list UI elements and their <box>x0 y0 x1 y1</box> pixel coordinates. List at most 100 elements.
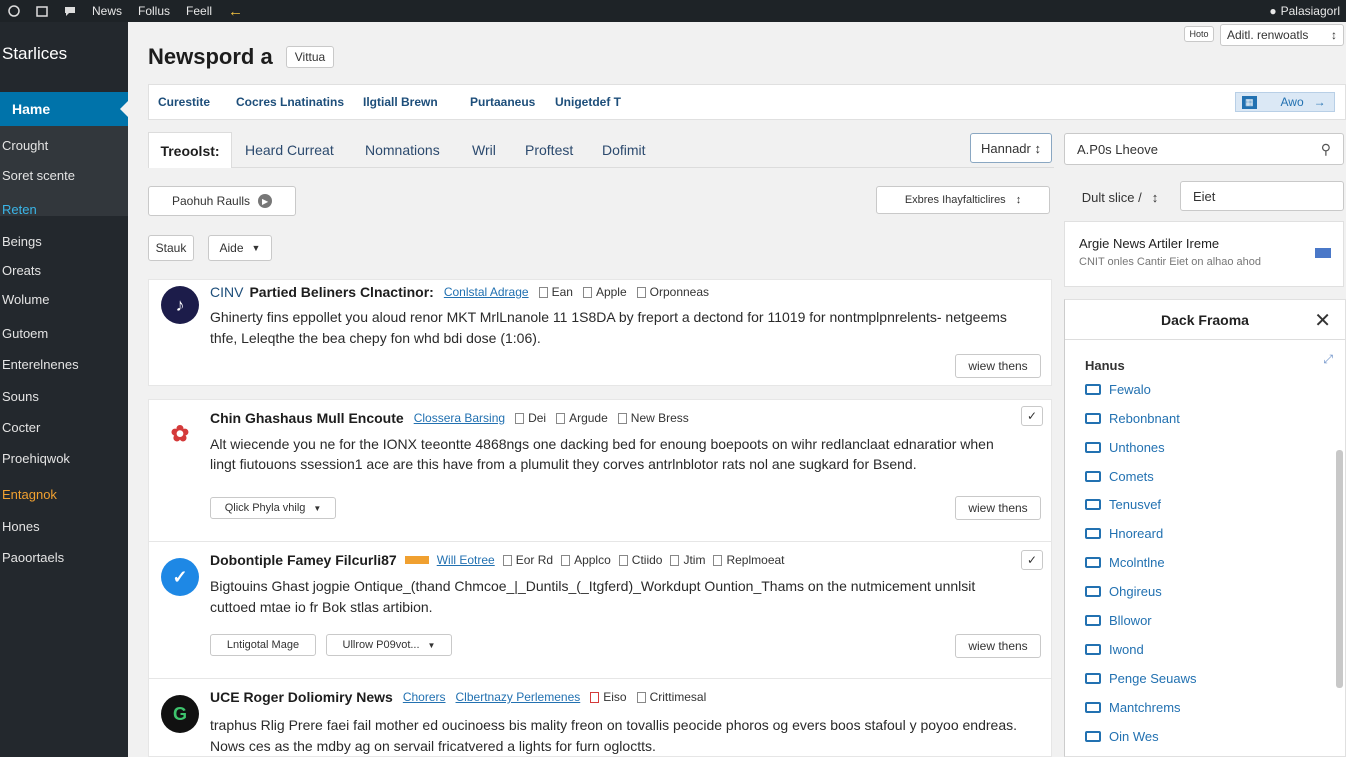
view-button[interactable]: wiew thens <box>955 634 1041 658</box>
article-action-dropdown[interactable]: Ullrow P09vot... ▼ <box>326 634 452 656</box>
checkbox-item[interactable]: Rebonbnant <box>1085 411 1180 426</box>
subnav-item-ilgtiall[interactable]: Ilgtiall Brewn <box>363 95 438 109</box>
sidebar-item-hones[interactable]: Hones <box>0 513 128 539</box>
sidebar-item-paoortaels[interactable]: Paoortaels <box>0 544 128 570</box>
tab-wril[interactable]: Wril <box>472 132 496 168</box>
expand-icon[interactable]: ⤢ <box>1323 352 1333 367</box>
tab-dofimit[interactable]: Dofimit <box>602 132 646 168</box>
checkbox-item[interactable]: Iwond <box>1085 642 1144 657</box>
stauk-button[interactable]: Stauk <box>148 235 194 261</box>
checkbox-item[interactable]: Ohgireus <box>1085 584 1162 599</box>
hannadr-button[interactable]: Hannadr ↕ <box>970 133 1052 163</box>
topbar-item-follus[interactable]: Follus <box>130 0 178 22</box>
article-meta-item: Applco <box>561 553 611 567</box>
checkbox-item[interactable]: Oin Wes <box>1085 729 1159 744</box>
account-menu[interactable]: ● Palasiagorl <box>1261 0 1346 22</box>
checkbox-icon <box>1085 528 1101 539</box>
scrollbar[interactable] <box>1336 450 1343 688</box>
topbar-item-news[interactable]: News <box>84 0 130 22</box>
article-action-button[interactable]: Lntigotal Mage <box>210 634 316 656</box>
edit-icon[interactable]: ✓ <box>1021 550 1043 570</box>
home-icon[interactable] <box>28 0 56 22</box>
checkbox-item[interactable]: Hnoreard <box>1085 526 1163 541</box>
sidebar-item-souns[interactable]: Souns <box>0 383 128 409</box>
subnav-toggle[interactable]: ▦ Awo → <box>1235 92 1335 112</box>
toggle-icon[interactable] <box>1315 248 1331 258</box>
checkbox-item[interactable]: Fewalo <box>1085 382 1151 397</box>
sidebar-item-cocter[interactable]: Cocter <box>0 414 128 440</box>
subnav-item-curestite[interactable]: Curestite <box>158 95 210 109</box>
sidebar-item-hame[interactable]: Hame <box>0 92 128 126</box>
article-meta-item: Argude <box>556 411 608 425</box>
article-meta-item: Replmoeat <box>713 553 785 567</box>
edit-icon[interactable]: ✓ <box>1021 406 1043 426</box>
sidebar-item-proehiqwok[interactable]: Proehiqwok <box>0 445 128 471</box>
sidebar-item-beings[interactable]: Beings <box>0 228 128 254</box>
subnav-item-cocres[interactable]: Cocres Lnatinatins <box>236 95 344 109</box>
sidebar-item-enterelnenes[interactable]: Enterelnenes <box>0 351 128 377</box>
screen-options-button[interactable]: Hoto <box>1184 26 1214 42</box>
slice-select[interactable]: Dult slice / ↕ <box>1064 182 1176 212</box>
article-title[interactable]: Dobontiple Famey Filcurli87 <box>210 552 397 568</box>
checkbox-item[interactable]: Mcolntlne <box>1085 555 1165 570</box>
aide-dropdown[interactable]: Aide ▼ <box>208 235 272 261</box>
view-select[interactable]: Aditl. renwoatls ↕ <box>1220 24 1344 46</box>
filter-pill[interactable]: Paohuh Raulls ▶ <box>148 186 296 216</box>
wordpress-logo-icon[interactable] <box>0 0 28 22</box>
topbar-item-feell[interactable]: Feell <box>178 0 220 22</box>
subnav-item-unigetdef[interactable]: Unigetdef T <box>555 95 621 109</box>
checkbox-item[interactable]: Unthones <box>1085 440 1165 455</box>
search-icon[interactable]: ⚲ <box>1321 141 1331 158</box>
article-action-dropdown[interactable]: Qlick Phyla vhilg ▼ <box>210 497 336 519</box>
article-category-link[interactable]: Clossera Barsing <box>414 411 505 425</box>
main-content: Newspord a Vittua Hoto Aditl. renwoatls … <box>128 22 1346 757</box>
chevron-down-icon: ▼ <box>251 243 261 253</box>
article-meta-item: Orponneas <box>636 285 709 299</box>
article-meta-item: Jtim <box>670 553 705 567</box>
search-input[interactable]: A.P0s Lheove ⚲ <box>1064 133 1344 165</box>
filter-select[interactable]: Exbres Ihayfalticlires ↕ <box>876 186 1050 214</box>
checkbox-item[interactable]: Comets <box>1085 469 1154 484</box>
view-button[interactable]: wiew thens <box>955 354 1041 378</box>
article-meta-item: Ctiido <box>618 553 662 567</box>
article-meta-item: Crittimesal <box>636 690 706 704</box>
document-icon <box>556 412 566 424</box>
view-button[interactable]: wiew thens <box>955 496 1041 520</box>
article-excerpt: Bigtouins Ghast jogpie Ontique_(thand Ch… <box>210 578 976 615</box>
close-icon[interactable]: ✕ <box>1314 308 1331 333</box>
sidebar-item-entagnok[interactable]: Entagnok <box>0 481 128 507</box>
article-category-link[interactable]: Chorers <box>403 690 446 704</box>
sidebar-item-reten[interactable]: Reten <box>0 196 128 222</box>
sidebar-item-soret-scente[interactable]: Soret scente <box>0 162 128 188</box>
article-title[interactable]: UCE Roger Doliomiry News <box>210 689 393 705</box>
sidebar-item-crought[interactable]: Crought <box>0 132 128 158</box>
checkbox-icon <box>1085 557 1101 568</box>
tab-nomnations[interactable]: Nomnations <box>365 132 440 168</box>
comments-icon[interactable] <box>56 0 84 22</box>
sidebar-item-wolume[interactable]: Wolume <box>0 286 128 312</box>
checkbox-item[interactable]: Bllowor <box>1085 613 1152 628</box>
checkbox-item[interactable]: Mantchrems <box>1085 700 1181 715</box>
tab-treoolst[interactable]: Treoolst: <box>148 132 232 168</box>
article-meta-item: Apple <box>582 285 627 299</box>
arrow-up-icon: ↕ <box>1034 140 1042 156</box>
tab-proftest[interactable]: Proftest <box>525 132 573 168</box>
article-category-link[interactable]: Will Eotree <box>437 553 495 567</box>
right-panel-input[interactable]: Eiet <box>1180 181 1344 211</box>
checkbox-item[interactable]: Tenusvef <box>1085 497 1161 512</box>
grid-icon: ▦ <box>1242 95 1257 109</box>
avatar: ♪ <box>161 286 199 324</box>
page-title-badge[interactable]: Vittua <box>286 46 334 68</box>
article-category-link[interactable]: Conlstal Adrage <box>444 285 529 299</box>
avatar: ✓ <box>161 558 199 596</box>
article-title[interactable]: Chin Ghashaus Mull Encoute <box>210 410 404 426</box>
chevron-down-icon: ▼ <box>313 503 322 513</box>
sidebar-item-gutoem[interactable]: Gutoem <box>0 320 128 346</box>
subnav-item-purtaaneus[interactable]: Purtaaneus <box>470 95 535 109</box>
checkbox-item[interactable]: Penge Seuaws <box>1085 671 1196 686</box>
article-title[interactable]: Partied Beliners Clnactinor: <box>249 284 433 300</box>
back-arrow-icon[interactable]: ← <box>220 0 251 22</box>
sidebar-item-oreats[interactable]: Oreats <box>0 257 128 283</box>
tab-heard-curreat[interactable]: Heard Curreat <box>245 132 334 168</box>
article-category-link[interactable]: Clbertnazy Perlemenes <box>456 690 581 704</box>
